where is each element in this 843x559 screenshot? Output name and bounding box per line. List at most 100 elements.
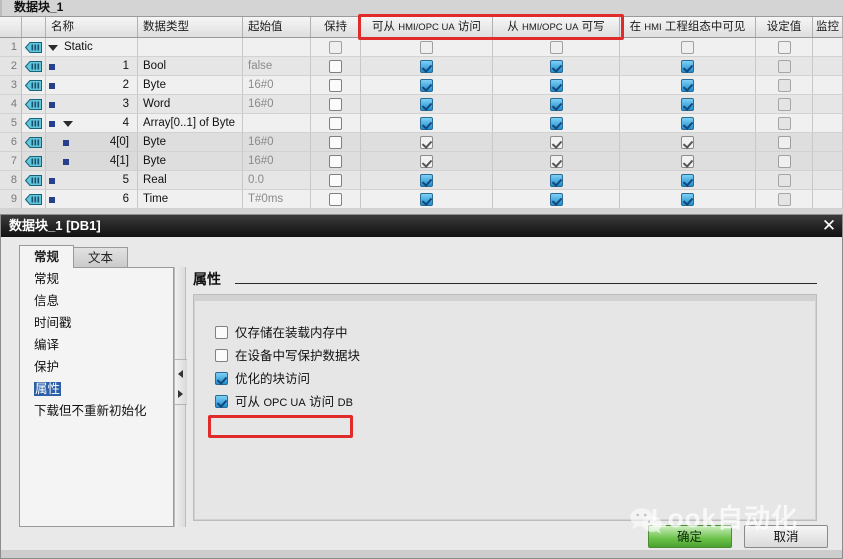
checkbox-hmi-visible[interactable] (681, 192, 694, 206)
checkbox-hmi-opcua-writable-cell[interactable] (493, 190, 620, 209)
property-option-0[interactable]: 仅存储在装载内存中 (215, 323, 348, 343)
cell-start-value[interactable]: 16#0 (243, 76, 311, 95)
chevron-right-icon[interactable] (178, 390, 183, 398)
checkbox-retain-cell[interactable] (311, 76, 361, 95)
ok-button[interactable]: 确定 (647, 525, 732, 548)
checkbox-hmi-opcua-writable-cell[interactable] (493, 114, 620, 133)
nav-item-6[interactable]: 下载但不重新初始化 (20, 400, 173, 422)
column-header-6[interactable]: 可从 HMI/OPC UA 访问 (361, 17, 493, 37)
checkbox-setpoint[interactable] (777, 59, 791, 73)
checkbox-hmi-opcua-accessible[interactable] (420, 40, 433, 54)
cell-name[interactable]: 4[1] (46, 152, 138, 171)
checkbox-hmi-opcua-accessible[interactable] (420, 116, 433, 130)
checkbox-retain-cell[interactable] (311, 38, 361, 57)
column-header-8[interactable]: 在 HMI 工程组态中可见 (620, 17, 756, 37)
checkbox-hmi-opcua-writable-cell[interactable] (493, 76, 620, 95)
checkbox-retain-cell[interactable] (311, 95, 361, 114)
checkbox-hmi-opcua-writable[interactable] (549, 78, 563, 92)
table-row[interactable]: 3 2 Byte 16#0 (0, 76, 843, 95)
nav-item-2[interactable]: 时间戳 (20, 312, 173, 334)
checkbox-retain[interactable] (329, 192, 342, 206)
checkbox-hmi-opcua-writable-cell[interactable] (493, 38, 620, 57)
checkbox-setpoint-cell[interactable] (756, 38, 813, 57)
cell-data-type[interactable]: Byte (138, 133, 243, 152)
checkbox-hmi-opcua-writable[interactable] (549, 59, 563, 73)
checkbox-hmi-opcua-writable[interactable] (549, 154, 563, 168)
cell-name[interactable]: 1 (46, 57, 138, 76)
cell-data-type[interactable]: Byte (138, 76, 243, 95)
checkbox-setpoint-cell[interactable] (756, 152, 813, 171)
cell-monitor[interactable] (813, 152, 843, 171)
checkbox-retain[interactable] (329, 154, 342, 168)
checkbox-retain[interactable] (329, 116, 342, 130)
checkbox-hmi-opcua-accessible-cell[interactable] (361, 133, 493, 152)
checkbox-retain-cell[interactable] (311, 190, 361, 209)
checkbox-setpoint-cell[interactable] (756, 114, 813, 133)
checkbox-hmi-visible-cell[interactable] (620, 133, 756, 152)
checkbox-retain-cell[interactable] (311, 133, 361, 152)
table-row[interactable]: 1 Static (0, 38, 843, 57)
table-row[interactable]: 9 6 Time T#0ms (0, 190, 843, 209)
checkbox-setpoint[interactable] (777, 116, 791, 130)
checkbox-hmi-opcua-accessible-cell[interactable] (361, 95, 493, 114)
checkbox-retain-cell[interactable] (311, 57, 361, 76)
column-header-1[interactable] (22, 17, 46, 37)
cell-name[interactable]: 4[0] (46, 133, 138, 152)
table-row[interactable]: 5 4 Array[0..1] of Byte (0, 114, 843, 133)
cancel-button[interactable]: 取消 (744, 525, 828, 548)
checkbox-hmi-visible-cell[interactable] (620, 190, 756, 209)
cell-monitor[interactable] (813, 38, 843, 57)
table-row[interactable]: 6 4[0] Byte 16#0 (0, 133, 843, 152)
cell-name[interactable]: 3 (46, 95, 138, 114)
checkbox-hmi-visible[interactable] (681, 135, 694, 149)
cell-monitor[interactable] (813, 171, 843, 190)
expand-triangle-icon[interactable] (63, 121, 73, 127)
property-option-3[interactable]: 可从 OPC UA 访问 DB (215, 392, 353, 412)
cell-start-value[interactable] (243, 38, 311, 57)
cell-start-value[interactable]: false (243, 57, 311, 76)
cell-start-value[interactable]: 16#0 (243, 152, 311, 171)
checkbox-hmi-opcua-accessible[interactable] (420, 59, 433, 73)
cell-data-type[interactable]: Word (138, 95, 243, 114)
checkbox-retain[interactable] (329, 173, 342, 187)
checkbox-retain[interactable] (329, 78, 342, 92)
checkbox-hmi-visible-cell[interactable] (620, 95, 756, 114)
checkbox-setpoint-cell[interactable] (756, 190, 813, 209)
cell-monitor[interactable] (813, 190, 843, 209)
checkbox-setpoint-cell[interactable] (756, 95, 813, 114)
checkbox-hmi-visible[interactable] (681, 40, 694, 54)
checkbox-hmi-visible-cell[interactable] (620, 171, 756, 190)
checkbox-hmi-opcua-writable[interactable] (549, 40, 563, 54)
checkbox-setpoint-cell[interactable] (756, 171, 813, 190)
checkbox-hmi-opcua-writable[interactable] (549, 192, 563, 206)
splitter-arrows[interactable] (175, 359, 187, 405)
cell-monitor[interactable] (813, 114, 843, 133)
checkbox-hmi-opcua-accessible-cell[interactable] (361, 38, 493, 57)
checkbox-hmi-visible[interactable] (681, 116, 694, 130)
property-checkbox-1[interactable] (215, 349, 228, 362)
checkbox-setpoint[interactable] (777, 40, 791, 54)
cell-name[interactable]: 6 (46, 190, 138, 209)
column-header-10[interactable]: 监控 (813, 17, 843, 37)
checkbox-hmi-opcua-accessible-cell[interactable] (361, 171, 493, 190)
dialog-tab-0[interactable]: 常规 (19, 245, 75, 268)
nav-item-4[interactable]: 保护 (20, 356, 173, 378)
checkbox-hmi-opcua-accessible-cell[interactable] (361, 152, 493, 171)
property-checkbox-3[interactable] (215, 395, 228, 408)
cell-monitor[interactable] (813, 95, 843, 114)
checkbox-hmi-opcua-accessible[interactable] (420, 192, 433, 206)
checkbox-retain[interactable] (329, 59, 342, 73)
checkbox-hmi-opcua-accessible[interactable] (420, 154, 433, 168)
table-row[interactable]: 8 5 Real 0.0 (0, 171, 843, 190)
column-header-9[interactable]: 设定值 (756, 17, 813, 37)
checkbox-hmi-visible[interactable] (681, 59, 694, 73)
checkbox-hmi-visible[interactable] (681, 173, 694, 187)
checkbox-hmi-opcua-accessible-cell[interactable] (361, 57, 493, 76)
checkbox-setpoint-cell[interactable] (756, 133, 813, 152)
dialog-tab-1[interactable]: 文本 (73, 247, 129, 268)
property-option-2[interactable]: 优化的块访问 (215, 369, 310, 389)
checkbox-hmi-opcua-accessible-cell[interactable] (361, 190, 493, 209)
column-header-4[interactable]: 起始值 (243, 17, 311, 37)
column-header-7[interactable]: 从 HMI/OPC UA 可写 (493, 17, 620, 37)
column-header-2[interactable]: 名称 (46, 17, 138, 37)
